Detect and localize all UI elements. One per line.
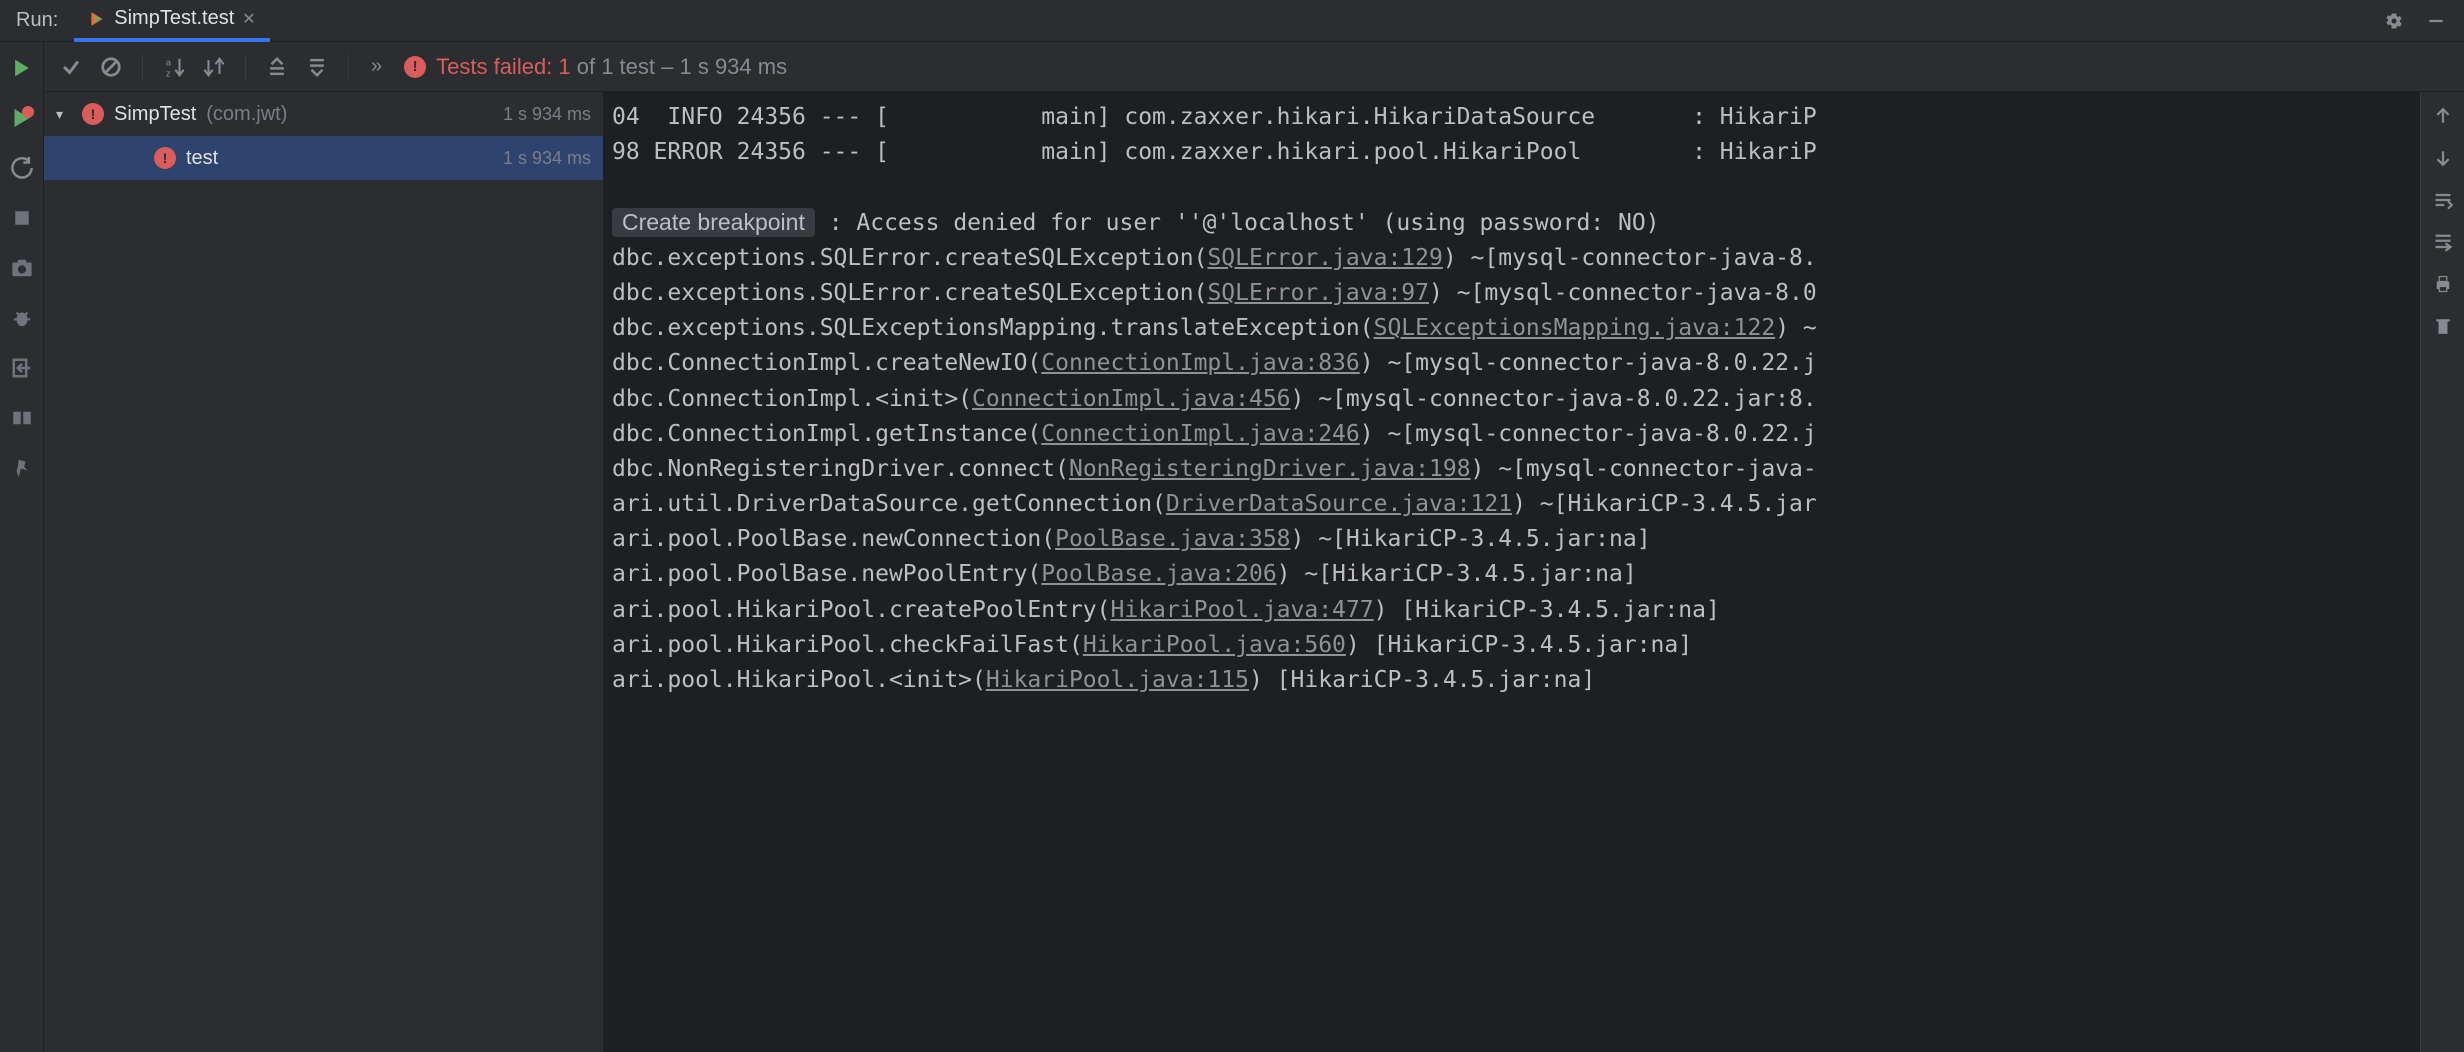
svg-text:a: a: [166, 57, 172, 68]
toggle-auto-test-icon[interactable]: [6, 152, 38, 184]
console-output[interactable]: 04 INFO 24356 --- [ main] com.zaxxer.hik…: [604, 92, 2420, 1052]
fail-count-label: Tests failed: 1: [436, 54, 571, 79]
tree-root-time: 1 s 934 ms: [503, 104, 591, 125]
tree-child-time: 1 s 934 ms: [503, 148, 591, 169]
test-toolbar: az » !: [44, 42, 2464, 92]
svg-text:z: z: [166, 68, 171, 77]
source-link[interactable]: ConnectionImpl.java:246: [1041, 421, 1360, 447]
source-link[interactable]: ConnectionImpl.java:456: [972, 386, 1291, 412]
source-link[interactable]: SQLExceptionsMapping.java:122: [1374, 315, 1776, 341]
run-label: Run:: [0, 9, 74, 32]
print-icon[interactable]: [2429, 270, 2457, 298]
run-tab-label: SimpTest.test: [114, 7, 234, 30]
exit-icon[interactable]: [6, 352, 38, 384]
tree-child-row[interactable]: ! test 1 s 934 ms: [44, 136, 603, 180]
down-arrow-icon[interactable]: [2429, 144, 2457, 172]
show-ignored-icon[interactable]: [94, 50, 128, 84]
console-toolbar: [2420, 92, 2464, 1052]
chevron-down-icon[interactable]: ▾: [56, 106, 72, 123]
source-link[interactable]: PoolBase.java:206: [1041, 561, 1276, 587]
source-link[interactable]: HikariPool.java:477: [1111, 597, 1374, 623]
tree-child-name: test: [186, 147, 218, 170]
screenshot-icon[interactable]: [6, 252, 38, 284]
test-summary-rest: of 1 test – 1 s 934 ms: [571, 54, 787, 79]
source-link[interactable]: DriverDataSource.java:121: [1166, 491, 1512, 517]
tree-root-row[interactable]: ▾ ! SimpTest (com.jwt) 1 s 934 ms: [44, 92, 603, 136]
collapse-all-icon[interactable]: [300, 50, 334, 84]
source-link[interactable]: ConnectionImpl.java:836: [1041, 350, 1360, 376]
minimize-icon[interactable]: [2422, 7, 2450, 35]
soft-wrap-icon[interactable]: [2429, 186, 2457, 214]
rerun-icon[interactable]: [6, 52, 38, 84]
show-passed-icon[interactable]: [54, 50, 88, 84]
test-status: ! Tests failed: 1 of 1 test – 1 s 934 ms: [404, 54, 787, 80]
left-toolbar: [0, 42, 44, 1052]
run-tab[interactable]: SimpTest.test ✕: [74, 0, 269, 42]
test-tree: ▾ ! SimpTest (com.jwt) 1 s 934 ms ! test…: [44, 92, 604, 1052]
error-icon: !: [82, 103, 104, 125]
sort-alpha-icon[interactable]: az: [157, 50, 191, 84]
stop-icon[interactable]: [6, 202, 38, 234]
source-link[interactable]: HikariPool.java:560: [1083, 632, 1346, 658]
sort-duration-icon[interactable]: [197, 50, 231, 84]
run-header: Run: SimpTest.test ✕: [0, 0, 2464, 42]
error-icon: !: [154, 147, 176, 169]
source-link[interactable]: NonRegisteringDriver.java:198: [1069, 456, 1471, 482]
chevron-right-icon[interactable]: »: [363, 55, 390, 78]
settings-icon[interactable]: [2380, 7, 2408, 35]
layout-icon[interactable]: [6, 402, 38, 434]
test-run-icon: [88, 10, 106, 28]
tree-root-name: SimpTest: [114, 103, 196, 126]
pin-icon[interactable]: [6, 452, 38, 484]
clear-icon[interactable]: [2429, 312, 2457, 340]
create-breakpoint-button[interactable]: Create breakpoint: [612, 208, 815, 237]
scroll-to-end-icon[interactable]: [2429, 228, 2457, 256]
fail-badge-icon: !: [404, 56, 426, 78]
source-link[interactable]: PoolBase.java:358: [1055, 526, 1290, 552]
source-link[interactable]: SQLError.java:129: [1207, 245, 1442, 271]
rerun-failed-icon[interactable]: [6, 102, 38, 134]
close-icon[interactable]: ✕: [242, 9, 255, 29]
up-arrow-icon[interactable]: [2429, 102, 2457, 130]
tree-root-package: (com.jwt): [206, 103, 287, 126]
expand-all-icon[interactable]: [260, 50, 294, 84]
source-link[interactable]: SQLError.java:97: [1207, 280, 1429, 306]
source-link[interactable]: HikariPool.java:115: [986, 667, 1249, 693]
debug-icon[interactable]: [6, 302, 38, 334]
